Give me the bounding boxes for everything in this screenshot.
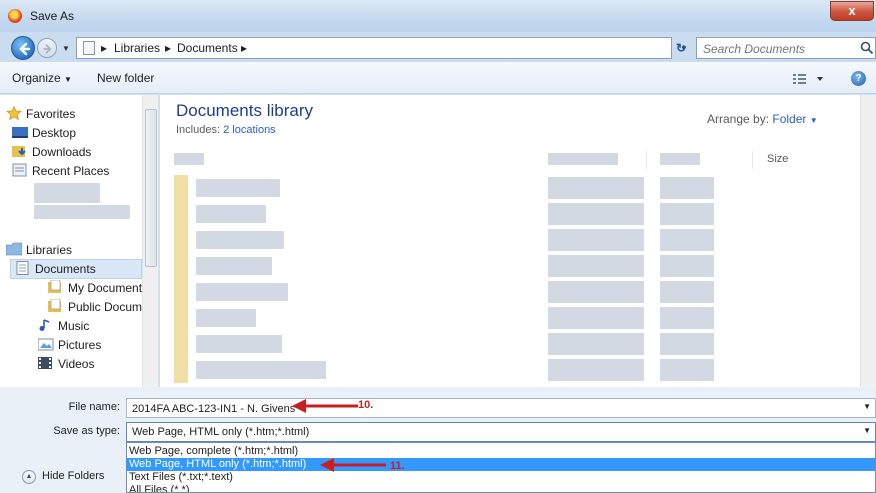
annotation-label-11: 11. [390,460,405,472]
includes-label: Includes: [176,124,221,136]
library-scrollbar[interactable] [860,95,876,387]
redacted-item [34,205,130,219]
refresh-icon[interactable]: ↻ [672,38,690,58]
redacted-column-header[interactable] [548,153,618,165]
star-icon [6,106,22,120]
pictures-icon [38,338,54,351]
window-title: Save As [30,9,75,23]
list-item[interactable] [174,305,744,331]
arrange-by: Arrange by: Folder ▼ [707,112,818,126]
save-as-type-value: Web Page, HTML only (*.htm;*.html) [132,426,310,438]
music-icon [39,319,50,331]
file-name-field[interactable]: ▼ [126,398,876,418]
back-button[interactable] [11,36,35,60]
annotation-arrow-10 [292,399,358,413]
breadcrumb-chevron-icon[interactable]: ▸ [101,41,107,55]
recent-places-icon [12,163,27,177]
nav-documents-label: Documents [35,262,96,276]
list-item[interactable] [174,201,744,227]
arrange-value: Folder [772,112,807,126]
nav-scrollbar[interactable] [142,95,158,387]
organize-menu[interactable]: Organize ▼ [12,71,72,85]
chevron-up-icon: ▲ [22,470,36,484]
type-option-html-only[interactable]: Web Page, HTML only (*.htm;*.html) [127,458,875,471]
breadcrumb-libraries[interactable]: Libraries [114,41,160,55]
annotation-arrow-11 [320,458,386,472]
address-bar[interactable]: ▸ Libraries ▸ Documents ▸ [76,37,672,59]
nav-favorites-label: Favorites [26,107,76,121]
save-as-type-select[interactable]: Web Page, HTML only (*.htm;*.html) ▼ [126,422,876,442]
chevron-down-icon: ▼ [809,116,818,125]
list-item[interactable] [174,175,744,201]
nav-recent-places-label: Recent Places [32,164,110,178]
file-name-label: File name: [68,401,120,413]
my-documents-folder-icon [48,280,61,293]
nav-music-label: Music [58,319,90,333]
nav-downloads-label: Downloads [32,145,92,159]
save-as-type-label: Save as type: [53,425,120,437]
help-icon[interactable]: ? [851,71,866,86]
type-option-complete[interactable]: Web Page, complete (*.htm;*.html) [127,445,875,458]
document-icon [83,41,95,55]
videos-icon [38,357,52,369]
chevron-down-icon[interactable]: ▼ [863,402,871,411]
arrange-dropdown[interactable]: Folder ▼ [772,112,817,126]
desktop-icon [12,127,28,138]
documents-icon [16,261,29,275]
public-documents-folder-icon [48,299,61,312]
type-option-text[interactable]: Text Files (*.txt;*.text) [127,471,875,484]
nav-videos-label: Videos [58,357,95,371]
list-item[interactable] [174,279,744,305]
redacted-column-header[interactable] [174,153,204,165]
search-box[interactable] [696,37,876,59]
search-input[interactable] [703,41,853,56]
downloads-folder-icon [12,146,26,157]
nav-documents[interactable]: Documents [10,259,142,279]
annotation-label-10: 10. [358,399,374,411]
browser-app-icon [8,9,22,23]
command-bar: Organize ▼ New folder ? [0,62,876,94]
breadcrumb-chevron-icon[interactable]: ▸ [165,41,171,55]
type-option-all-files[interactable]: All Files (*.*) [127,484,875,492]
breadcrumb-documents[interactable]: Documents [177,41,238,55]
list-item[interactable] [174,227,744,253]
title-bar: Save As [0,0,876,32]
organize-label: Organize [12,71,61,85]
locations-link[interactable]: 2 locations [223,124,276,136]
column-header-row: Size [160,149,860,171]
forward-arrow-icon [43,44,52,54]
library-pane: Documents library Includes: 2 locations … [160,95,876,387]
redacted-column-header[interactable] [660,153,700,165]
list-item[interactable] [174,331,744,357]
nav-my-documents-label: My Documents [68,281,149,295]
list-item[interactable] [174,253,744,279]
save-footer: File name: ▼ Save as type: Web Page, HTM… [0,387,876,493]
back-arrow-icon [19,42,31,56]
change-view-icon[interactable] [793,72,825,86]
arrange-label: Arrange by: [707,112,770,126]
nav-pictures-label: Pictures [58,338,102,352]
list-item[interactable] [174,357,744,383]
hide-folders-label: Hide Folders [42,470,105,482]
chevron-down-icon[interactable]: ▼ [863,426,871,435]
forward-button[interactable] [37,38,57,58]
new-folder-button[interactable]: New folder [97,71,154,85]
search-icon[interactable] [860,41,874,55]
chevron-down-icon: ▼ [64,75,72,84]
save-as-type-dropdown-list: Web Page, complete (*.htm;*.html) Web Pa… [126,442,876,493]
library-includes: Includes: 2 locations [176,124,276,136]
libraries-folder-icon [6,242,22,256]
navigation-pane: Favorites Desktop Downloads Recent Place… [0,95,159,387]
redacted-item [34,183,100,203]
library-title: Documents library [176,101,313,120]
nav-libraries-label: Libraries [26,243,73,257]
nav-desktop-label: Desktop [32,126,77,140]
nav-public-documents-label: Public Docume [68,300,149,314]
size-column-header[interactable]: Size [767,153,788,165]
nav-scrollbar-thumb[interactable] [145,109,157,267]
close-button[interactable]: x [830,1,874,21]
recent-pages-dropdown[interactable]: ▼ [62,44,70,53]
breadcrumb-chevron-icon[interactable]: ▸ [241,41,247,55]
file-name-input[interactable] [132,401,732,416]
